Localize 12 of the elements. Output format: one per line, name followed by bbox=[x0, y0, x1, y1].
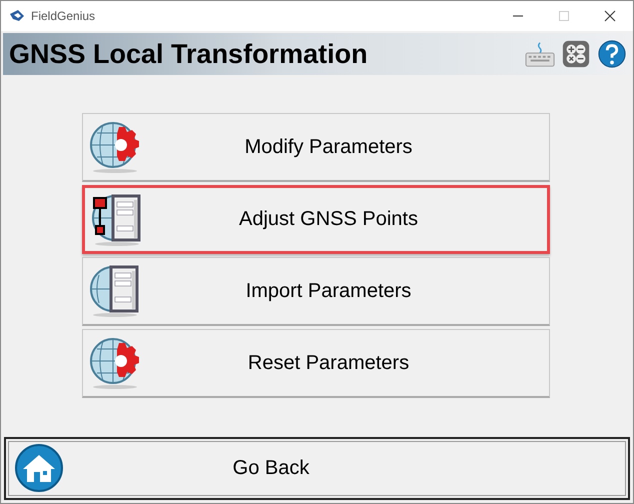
help-icon[interactable] bbox=[597, 39, 627, 69]
menu-button[interactable]: Modify Parameters bbox=[82, 113, 550, 182]
page-title: GNSS Local Transformation bbox=[9, 38, 368, 70]
window-title: FieldGenius bbox=[31, 9, 96, 23]
home-icon bbox=[14, 444, 64, 494]
app-icon bbox=[9, 8, 25, 24]
menu-button[interactable]: Adjust GNSS Points bbox=[82, 185, 550, 254]
calculator-icon[interactable] bbox=[561, 39, 591, 69]
menu-button[interactable]: Import Parameters bbox=[82, 257, 550, 326]
go-back-button[interactable]: Go Back bbox=[4, 437, 630, 500]
close-icon[interactable] bbox=[604, 10, 616, 22]
menu-button[interactable]: Reset Parameters bbox=[82, 329, 550, 398]
